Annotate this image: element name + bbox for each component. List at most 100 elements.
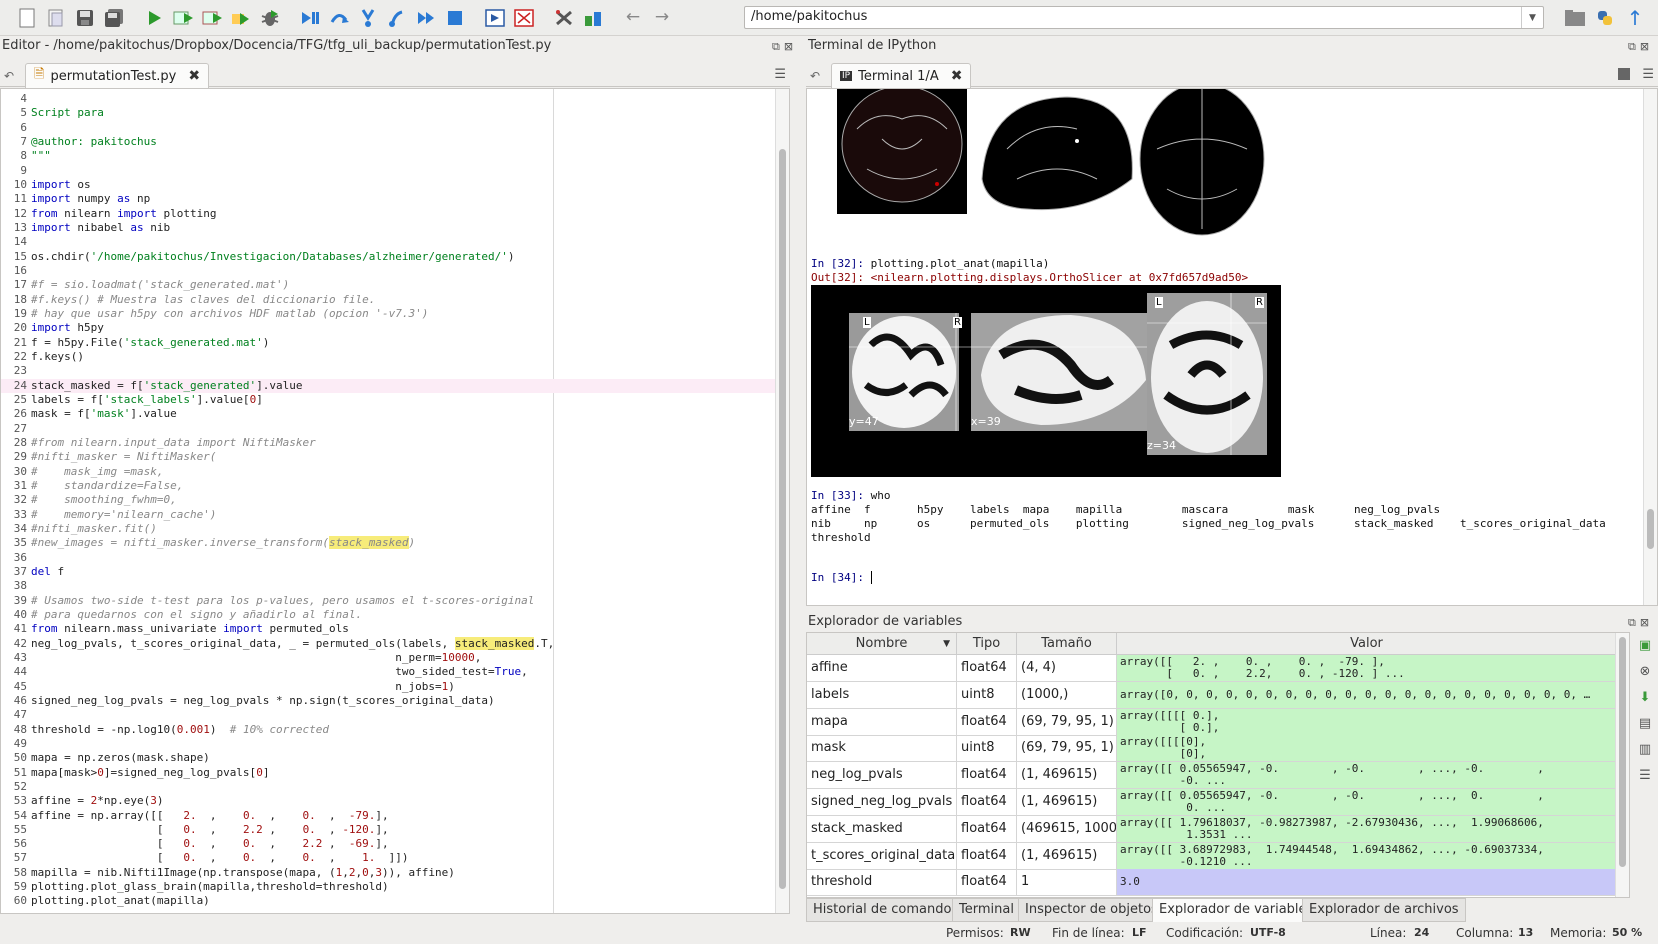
code-line[interactable]: 33 # memory='nilearn_cache') bbox=[1, 508, 775, 522]
code-line[interactable]: 19 # hay que usar h5py con archivos HDF m… bbox=[1, 307, 775, 321]
save-icon[interactable] bbox=[72, 5, 98, 31]
code-line[interactable]: 18 #f.keys() # Muestra las claves del dic… bbox=[1, 293, 775, 307]
code-line[interactable]: 12 from nilearn import plotting bbox=[1, 207, 775, 221]
run-selection-icon[interactable] bbox=[228, 5, 254, 31]
code-line[interactable]: 48 threshold = -np.log10(0.001) # 10% cor… bbox=[1, 723, 775, 737]
bottom-tab[interactable]: Terminal bbox=[952, 898, 1021, 922]
bottom-tab[interactable]: Historial de comandos bbox=[806, 898, 966, 922]
code-line[interactable]: 43 n_perm=10000, bbox=[1, 651, 775, 665]
code-line[interactable]: 10 import os bbox=[1, 178, 775, 192]
code-line[interactable]: 21 f = h5py.File('stack_generated.mat') bbox=[1, 336, 775, 350]
code-line[interactable]: 5 Script para bbox=[1, 106, 775, 120]
code-line[interactable]: 13 import nibabel as nib bbox=[1, 221, 775, 235]
code-line[interactable]: 50 mapa = np.zeros(mask.shape) bbox=[1, 751, 775, 765]
code-line[interactable]: 32 # smoothing_fwhm=0, bbox=[1, 493, 775, 507]
code-line[interactable]: 36 bbox=[1, 551, 775, 565]
code-line[interactable]: 22 f.keys() bbox=[1, 350, 775, 364]
variable-scrollbar[interactable] bbox=[1615, 633, 1629, 897]
table-row[interactable]: t_scores_original_data float64 (1, 469615)… bbox=[807, 842, 1629, 870]
ipython-console[interactable]: R In [32]: plotting.plot_anat(mapilla) O… bbox=[806, 88, 1658, 606]
bottom-tab[interactable]: Explorador de archivos bbox=[1302, 898, 1466, 922]
header-size[interactable]: Tamaño bbox=[1017, 633, 1117, 655]
code-line[interactable]: 31 # standardize=False, bbox=[1, 479, 775, 493]
variable-table[interactable]: Nombre ▼ Tipo Tamaño Valor affine float64(… bbox=[806, 632, 1630, 898]
code-line[interactable]: 55 [ 0. , 2.2 , 0. , -120.], bbox=[1, 823, 775, 837]
back-icon[interactable]: ← bbox=[620, 5, 646, 31]
code-line[interactable]: 60 plotting.plot_anat(mapilla) bbox=[1, 894, 775, 908]
code-line[interactable]: 17 #f = sio.loadmat('stack_generated.mat'… bbox=[1, 278, 775, 292]
options-menu-icon[interactable]: ☰ bbox=[1642, 67, 1654, 82]
save-all-icon[interactable] bbox=[101, 5, 127, 31]
table-row[interactable]: threshold float64 1 3.0 bbox=[807, 869, 1629, 897]
step-into-icon[interactable] bbox=[355, 5, 381, 31]
code-line[interactable]: 57 [ 0. , 0. , 0. , 1. ]]) bbox=[1, 851, 775, 865]
code-line[interactable]: 30 # mask_img =mask, bbox=[1, 465, 775, 479]
code-line[interactable]: 6 bbox=[1, 121, 775, 135]
pythonpath-icon[interactable] bbox=[580, 5, 606, 31]
code-line[interactable]: 56 [ 0. , 0. , 2.2 , -69.], bbox=[1, 837, 775, 851]
table-row[interactable]: neg_log_pvals float64 (1, 469615) array([[ … bbox=[807, 762, 1629, 790]
code-line[interactable]: 42 neg_log_pvals, t_scores_original_data,… bbox=[1, 636, 775, 651]
step-out-icon[interactable] bbox=[384, 5, 410, 31]
code-line[interactable]: 47 bbox=[1, 708, 775, 722]
code-line[interactable]: 15 os.chdir('/home/pakitochus/Investigaci… bbox=[1, 250, 775, 264]
code-line[interactable]: 29 #nifti_masker = NiftiMasker( bbox=[1, 450, 775, 464]
bottom-tab[interactable]: Inspector de objetos bbox=[1018, 898, 1165, 922]
remove-all-icon[interactable]: ⊗ bbox=[1632, 658, 1658, 684]
maximize-pane-icon[interactable] bbox=[482, 5, 508, 31]
options-menu-icon[interactable]: ☰ bbox=[1632, 762, 1658, 788]
run-icon[interactable] bbox=[141, 5, 167, 31]
debug-step-icon[interactable] bbox=[297, 5, 323, 31]
code-line[interactable]: 14 bbox=[1, 235, 775, 249]
code-area[interactable]: 4 5 Script para 6 7 @author: pakitochus 8 """ 9 1… bbox=[1, 89, 775, 913]
table-row[interactable]: mapa float64 (69, 79, 95, 1) array([[[[ 0.]… bbox=[807, 708, 1629, 736]
table-row[interactable]: mask uint8 (69, 79, 95, 1) array([[[[0], [0… bbox=[807, 735, 1629, 763]
code-line[interactable]: 49 bbox=[1, 737, 775, 751]
code-line[interactable]: 44 two_sided_test=True, bbox=[1, 665, 775, 679]
terminal-scrollbar[interactable] bbox=[1643, 89, 1657, 605]
table-row[interactable]: labels uint8 (1000,) array([0, 0, 0, 0, 0, … bbox=[807, 681, 1629, 709]
header-value[interactable]: Valor bbox=[1117, 633, 1617, 655]
variable-pane-controls[interactable]: ⧉⊠ bbox=[1628, 616, 1653, 630]
code-line[interactable]: 37 del f bbox=[1, 565, 775, 579]
code-line[interactable]: 40 # para quedarnos con el signo y añadir… bbox=[1, 608, 775, 622]
table-row[interactable]: affine float64 (4, 4) array([[ 2. , 0. , 0.… bbox=[807, 655, 1629, 682]
stop-debug-icon[interactable] bbox=[442, 5, 468, 31]
working-directory-input[interactable]: /home/pakitochus ▼ bbox=[744, 6, 1544, 29]
close-icon[interactable]: ✖ bbox=[188, 68, 200, 84]
new-file-icon[interactable] bbox=[14, 5, 40, 31]
code-line[interactable]: 59 plotting.plot_glass_brain(mapilla,thre… bbox=[1, 880, 775, 894]
save-data-icon[interactable]: ▤ bbox=[1632, 710, 1658, 736]
header-type[interactable]: Tipo bbox=[957, 633, 1017, 655]
open-file-icon[interactable] bbox=[43, 5, 69, 31]
forward-icon[interactable]: → bbox=[649, 5, 675, 31]
pane-controls[interactable]: ⧉⊠ bbox=[772, 40, 797, 54]
code-line[interactable]: 20 import h5py bbox=[1, 321, 775, 335]
code-line[interactable]: 16 bbox=[1, 264, 775, 278]
code-line[interactable]: 23 bbox=[1, 364, 775, 378]
code-line[interactable]: 39 # Usamos two-side t-test para los p-va… bbox=[1, 594, 775, 608]
code-line[interactable]: 8 """ bbox=[1, 149, 775, 163]
code-line[interactable]: 11 import numpy as np bbox=[1, 192, 775, 206]
chevron-down-icon[interactable]: ▼ bbox=[1521, 7, 1543, 28]
code-line[interactable]: 35 #new_images = nifti_masker.inverse_tra… bbox=[1, 536, 775, 550]
tab-permutation-test[interactable]: 🗎 permutationTest.py ✖ bbox=[25, 63, 210, 88]
code-line[interactable]: 24 stack_masked = f['stack_generated'].va… bbox=[1, 378, 775, 393]
code-line[interactable]: 25 labels = f['stack_labels'].value[0] bbox=[1, 393, 775, 407]
code-line[interactable]: 52 bbox=[1, 780, 775, 794]
code-line[interactable]: 4 bbox=[1, 92, 775, 106]
debug-icon[interactable] bbox=[257, 5, 283, 31]
browse-directory-icon[interactable] bbox=[1562, 5, 1588, 31]
parent-directory-icon[interactable]: ↑ bbox=[1622, 5, 1648, 31]
code-line[interactable]: 9 bbox=[1, 164, 775, 178]
browse-tabs-icon[interactable]: ↶ bbox=[4, 69, 14, 83]
terminal-pane-controls[interactable]: ⧉⊠ bbox=[1628, 40, 1653, 54]
run-cell-icon[interactable] bbox=[170, 5, 196, 31]
code-line[interactable]: 28 #from nilearn.input_data import NiftiM… bbox=[1, 436, 775, 450]
run-cell-advance-icon[interactable] bbox=[199, 5, 225, 31]
code-line[interactable]: 27 bbox=[1, 422, 775, 436]
browse-tabs-icon[interactable]: ↶ bbox=[810, 69, 820, 83]
code-line[interactable]: 46 signed_neg_log_pvals = neg_log_pvals *… bbox=[1, 694, 775, 708]
close-icon[interactable]: ✖ bbox=[951, 68, 963, 84]
editor-scrollbar[interactable] bbox=[775, 89, 789, 913]
